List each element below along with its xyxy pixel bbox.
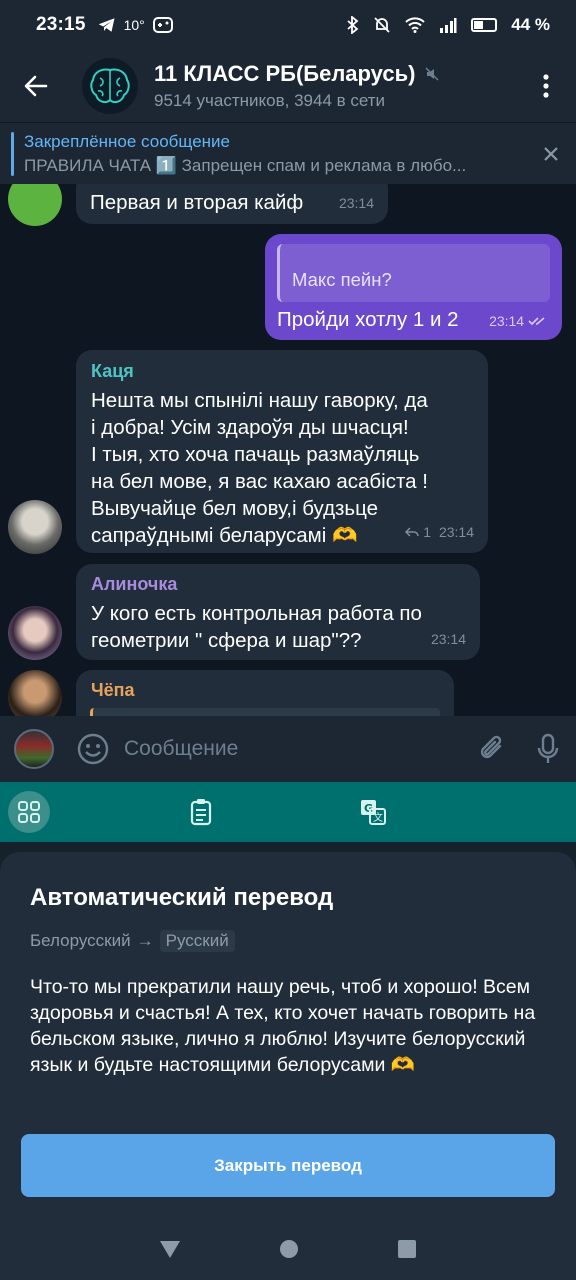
- pinned-indicator: [11, 131, 14, 176]
- back-button[interactable]: [0, 50, 72, 122]
- status-time: 23:15: [36, 14, 86, 35]
- brain-icon: [90, 68, 130, 104]
- outgoing-message-bubble[interactable]: Макс пейн? Пройди хотлу 1 и 2 23:14: [265, 234, 562, 340]
- reply-quote[interactable]: Макс пейн?: [277, 244, 550, 302]
- bottom-tab-strip: G文: [0, 782, 576, 842]
- chat-title: 11 КЛАСС РБ(Беларусь): [154, 61, 416, 86]
- target-language[interactable]: Русский: [159, 930, 235, 952]
- sender-name: Каця: [91, 361, 134, 381]
- reply-count[interactable]: 1: [423, 524, 431, 540]
- reply-quote: [90, 708, 440, 716]
- close-translation-button[interactable]: Закрыть перевод: [21, 1134, 555, 1197]
- message-time: 23:14: [438, 524, 474, 540]
- clipboard-icon: [190, 799, 212, 826]
- message-time: 23:14: [338, 195, 374, 211]
- message-input[interactable]: [124, 737, 464, 761]
- grid-icon: [18, 801, 40, 823]
- message-composer: [0, 716, 576, 782]
- svg-text:文: 文: [373, 811, 383, 824]
- microphone-icon: [537, 733, 559, 763]
- source-language[interactable]: Белорусский: [30, 931, 131, 951]
- translation-sheet: Автоматический перевод Белорусский → Рус…: [0, 852, 576, 1218]
- back-triangle-icon[interactable]: [159, 1239, 181, 1259]
- recents-square-icon[interactable]: [397, 1239, 417, 1259]
- avatar[interactable]: [8, 500, 62, 554]
- pinned-message-bar[interactable]: Закреплённое сообщение ПРАВИЛА ЧАТА 1️⃣ …: [0, 122, 576, 184]
- tab-translate[interactable]: G文: [356, 792, 390, 832]
- more-vertical-icon: [543, 74, 549, 98]
- avatar[interactable]: [8, 670, 62, 716]
- chat-info[interactable]: 11 КЛАСС РБ(Беларусь) 9514 участников, 3…: [154, 61, 439, 111]
- chat-header: 11 КЛАСС РБ(Беларусь) 9514 участников, 3…: [0, 50, 576, 122]
- temperature: 10°: [123, 17, 145, 33]
- avatar[interactable]: [8, 606, 62, 660]
- battery-percent: 44 %: [511, 15, 550, 34]
- translated-text: Что-то мы прекратили нашу речь, чтоб и х…: [30, 976, 536, 1076]
- wifi-icon: [405, 17, 425, 33]
- message-bubble[interactable]: Алиночка У кого есть контрольная работа …: [76, 564, 480, 660]
- reply-text: Макс пейн?: [292, 269, 392, 290]
- chat-subtitle: 9514 участников, 3944 в сети: [154, 91, 386, 110]
- arrow-left-icon: [24, 75, 48, 97]
- reply-arrow-icon: [405, 527, 420, 537]
- message-text: Первая и вторая кайф: [90, 191, 304, 214]
- voice-message-button[interactable]: [520, 733, 576, 765]
- translate-icon: G文: [361, 800, 386, 825]
- message-text: У кого есть контрольная работа по геомет…: [91, 602, 422, 652]
- bluetooth-icon: [347, 16, 359, 34]
- more-menu-button[interactable]: [516, 50, 576, 122]
- message-time: 23:14: [430, 631, 466, 647]
- close-icon: [544, 146, 558, 161]
- avatar[interactable]: [8, 184, 62, 226]
- tab-apps[interactable]: [8, 791, 50, 833]
- attach-button[interactable]: [464, 734, 520, 764]
- sender-name: Алиночка: [91, 574, 178, 594]
- message-bubble[interactable]: Первая и вторая кайф 23:14: [76, 184, 388, 224]
- system-nav-bar: [0, 1218, 576, 1280]
- sender-name: Чёпа: [91, 680, 135, 700]
- status-bar: 23:15 10° 44 %: [0, 0, 576, 50]
- double-check-icon: [528, 317, 545, 326]
- home-circle-icon[interactable]: [279, 1239, 299, 1259]
- emoji-icon[interactable]: [76, 732, 110, 766]
- message-time: 23:14: [489, 313, 525, 329]
- paperclip-icon: [480, 735, 502, 759]
- gamepad-icon: [152, 17, 173, 33]
- sheet-title: Автоматический перевод: [30, 884, 334, 911]
- message-list[interactable]: Первая и вторая кайф 23:14 Макс пейн? Пр…: [0, 184, 576, 716]
- message-bubble[interactable]: Чёпа: [76, 670, 454, 716]
- language-row: Белорусский → Русский: [30, 930, 546, 952]
- pinned-title: Закреплённое сообщение: [24, 131, 230, 151]
- mute-icon: [374, 17, 390, 33]
- signal-icon: [440, 18, 457, 33]
- close-pinned-button[interactable]: [526, 146, 576, 162]
- message-bubble[interactable]: Каця Нешта мы спынілі нашу гаворку, да і…: [76, 350, 488, 553]
- group-avatar[interactable]: [82, 58, 138, 114]
- arrow-right-icon: →: [136, 931, 154, 950]
- pinned-body: ПРАВИЛА ЧАТА 1️⃣ Запрещен спам и реклама…: [24, 155, 467, 175]
- telegram-notification-icon: [98, 18, 115, 32]
- send-as-avatar[interactable]: [14, 729, 54, 769]
- battery-icon: [471, 18, 498, 32]
- tab-clipboard[interactable]: [186, 792, 216, 832]
- muted-icon: [425, 67, 439, 81]
